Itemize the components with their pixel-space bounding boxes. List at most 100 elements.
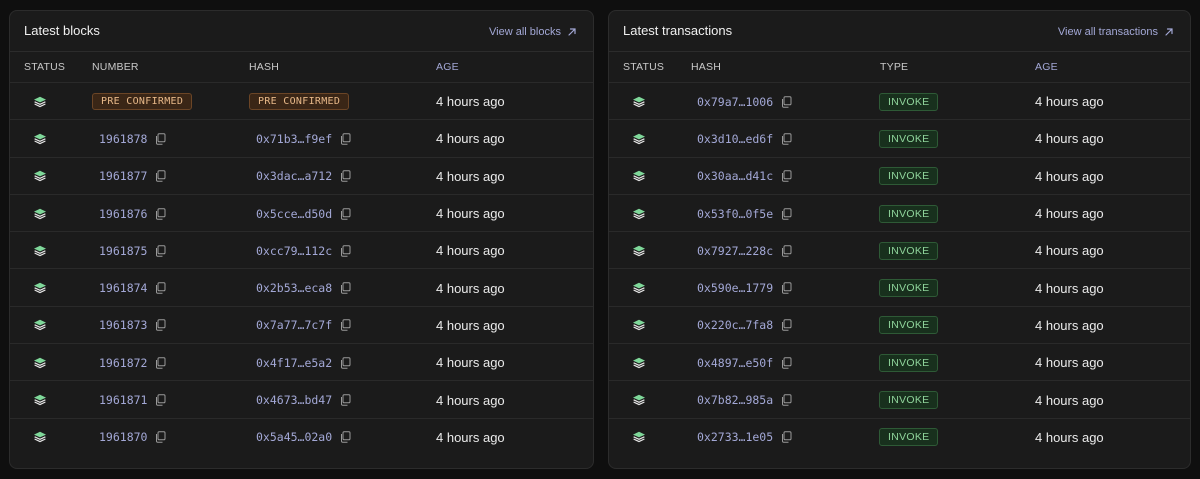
transaction-age: 4 hours ago [1035, 131, 1104, 147]
block-number-link[interactable]: 1961873 [99, 318, 147, 332]
transaction-row[interactable]: 0x30aa…d41c INVOKE 4 hours ago [609, 156, 1190, 195]
copy-transaction-hash-button[interactable] [781, 431, 792, 444]
copy-block-number-button[interactable] [155, 357, 166, 369]
copy-icon [782, 207, 792, 220]
view-all-transactions-link[interactable]: View all transactions [1058, 26, 1174, 38]
block-hash-link[interactable]: 0x5a45…02a0 [256, 430, 332, 444]
copy-block-number-button[interactable] [155, 431, 166, 444]
copy-transaction-hash-button[interactable] [781, 282, 792, 294]
transaction-row[interactable]: 0x53f0…0f5e INVOKE 4 hours ago [609, 193, 1190, 232]
transaction-row[interactable]: 0x7927…228c INVOKE 4 hours ago [609, 231, 1190, 268]
copy-block-hash-button[interactable] [340, 170, 351, 182]
copy-transaction-hash-button[interactable] [781, 319, 792, 332]
block-hash-link[interactable]: 0x3dac…a712 [256, 169, 332, 183]
block-number-link[interactable]: 1961877 [99, 169, 147, 183]
block-row[interactable]: 1961875 0xcc79…112c 4 hours ago [10, 231, 593, 268]
block-row[interactable]: 1961877 0x3dac…a712 4 hours ago [10, 156, 593, 194]
copy-block-number-button[interactable] [155, 319, 166, 332]
copy-transaction-hash-button[interactable] [781, 245, 792, 257]
block-number-link[interactable]: 1961876 [99, 207, 147, 221]
copy-block-number-button[interactable] [155, 207, 166, 220]
block-age: 4 hours ago [436, 392, 505, 408]
transaction-hash-link[interactable]: 0x7927…228c [697, 244, 773, 258]
block-row[interactable]: 1961873 0x7a77…7c7f 4 hours ago [10, 305, 593, 343]
transaction-row[interactable]: 0x3d10…ed6f INVOKE 4 hours ago [609, 119, 1190, 156]
block-hash-link[interactable]: 0x4f17…e5a2 [256, 356, 332, 370]
copy-transaction-hash-button[interactable] [781, 133, 792, 145]
transaction-hash-link[interactable]: 0x2733…1e05 [697, 430, 773, 444]
copy-transaction-hash-button[interactable] [781, 95, 792, 108]
status-cell [33, 232, 47, 269]
copy-icon [341, 207, 351, 220]
block-hash-link[interactable]: 0x7a77…7c7f [256, 318, 332, 332]
block-row[interactable]: 1961876 0x5cce…d50d 4 hours ago [10, 193, 593, 232]
copy-block-hash-button[interactable] [340, 207, 351, 220]
age-cell: 4 hours ago [1035, 419, 1104, 456]
copy-block-number-button[interactable] [155, 245, 166, 257]
block-row[interactable]: 1961874 0x2b53…eca8 4 hours ago [10, 268, 593, 305]
block-row[interactable]: 1961878 0x71b3…f9ef 4 hours ago [10, 119, 593, 156]
copy-block-number-button[interactable] [155, 133, 166, 145]
age-cell: 4 hours ago [436, 120, 505, 157]
copy-block-hash-button[interactable] [340, 245, 351, 257]
block-hash-link[interactable]: 0x71b3…f9ef [256, 132, 332, 146]
block-hash-link[interactable]: 0x4673…bd47 [256, 393, 332, 407]
copy-block-number-button[interactable] [155, 170, 166, 182]
block-age: 4 hours ago [436, 317, 505, 333]
copy-block-hash-button[interactable] [340, 357, 351, 369]
copy-block-number-button[interactable] [155, 394, 166, 406]
transaction-hash-link[interactable]: 0x79a7…1006 [697, 95, 773, 109]
transaction-row[interactable]: 0x7b82…985a INVOKE 4 hours ago [609, 380, 1190, 417]
stack-layers-icon [34, 96, 46, 107]
copy-block-hash-button[interactable] [340, 394, 351, 406]
block-number-link[interactable]: 1961878 [99, 132, 147, 146]
copy-transaction-hash-button[interactable] [781, 394, 792, 406]
copy-block-hash-button[interactable] [340, 133, 351, 145]
age-cell: 4 hours ago [1035, 158, 1104, 195]
view-all-blocks-label: View all blocks [489, 26, 561, 38]
col-age[interactable]: AGE [1035, 61, 1058, 73]
view-all-blocks-link[interactable]: View all blocks [489, 26, 577, 38]
copy-transaction-hash-button[interactable] [781, 207, 792, 220]
block-number-link[interactable]: 1961872 [99, 356, 147, 370]
transaction-row[interactable]: 0x220c…7fa8 INVOKE 4 hours ago [609, 305, 1190, 344]
transaction-hash-link[interactable]: 0x220c…7fa8 [697, 318, 773, 332]
copy-block-hash-button[interactable] [340, 431, 351, 444]
transaction-hash-link[interactable]: 0x590e…1779 [697, 281, 773, 295]
stack-layers-icon [34, 282, 46, 294]
transaction-age: 4 hours ago [1035, 168, 1104, 184]
hash-cell: 0x53f0…0f5e [697, 195, 792, 232]
number-cell: 1961878 [99, 120, 166, 157]
status-cell [33, 195, 47, 232]
block-row[interactable]: 1961872 0x4f17…e5a2 4 hours ago [10, 343, 593, 380]
transaction-row[interactable]: 0x2733…1e05 INVOKE 4 hours ago [609, 417, 1190, 456]
block-number-link[interactable]: 1961874 [99, 281, 147, 295]
transaction-hash-link[interactable]: 0x3d10…ed6f [697, 132, 773, 146]
block-row[interactable]: 1961870 0x5a45…02a0 4 hours ago [10, 417, 593, 456]
block-row[interactable]: 1961871 0x4673…bd47 4 hours ago [10, 380, 593, 417]
copy-transaction-hash-button[interactable] [781, 170, 792, 182]
copy-block-hash-button[interactable] [340, 319, 351, 332]
transaction-hash-link[interactable]: 0x4897…e50f [697, 356, 773, 370]
transaction-hash-link[interactable]: 0x30aa…d41c [697, 169, 773, 183]
hash-cell: 0x220c…7fa8 [697, 307, 792, 344]
block-hash-link[interactable]: 0x2b53…eca8 [256, 281, 332, 295]
age-cell: 4 hours ago [436, 419, 505, 456]
block-number-link[interactable]: 1961870 [99, 430, 147, 444]
block-number-link[interactable]: 1961871 [99, 393, 147, 407]
status-cell [632, 120, 646, 157]
col-type: TYPE [880, 61, 909, 73]
block-hash-link[interactable]: 0xcc79…112c [256, 244, 332, 258]
transaction-hash-link[interactable]: 0x53f0…0f5e [697, 207, 773, 221]
block-row[interactable]: PRE CONFIRMED PRE CONFIRMED 4 hours ago [10, 82, 593, 119]
transaction-row[interactable]: 0x590e…1779 INVOKE 4 hours ago [609, 268, 1190, 305]
col-age[interactable]: AGE [436, 61, 459, 73]
copy-transaction-hash-button[interactable] [781, 357, 792, 369]
copy-block-hash-button[interactable] [340, 282, 351, 294]
transaction-row[interactable]: 0x79a7…1006 INVOKE 4 hours ago [609, 82, 1190, 119]
copy-block-number-button[interactable] [155, 282, 166, 294]
block-hash-link[interactable]: 0x5cce…d50d [256, 207, 332, 221]
block-number-link[interactable]: 1961875 [99, 244, 147, 258]
transaction-row[interactable]: 0x4897…e50f INVOKE 4 hours ago [609, 343, 1190, 380]
transaction-hash-link[interactable]: 0x7b82…985a [697, 393, 773, 407]
